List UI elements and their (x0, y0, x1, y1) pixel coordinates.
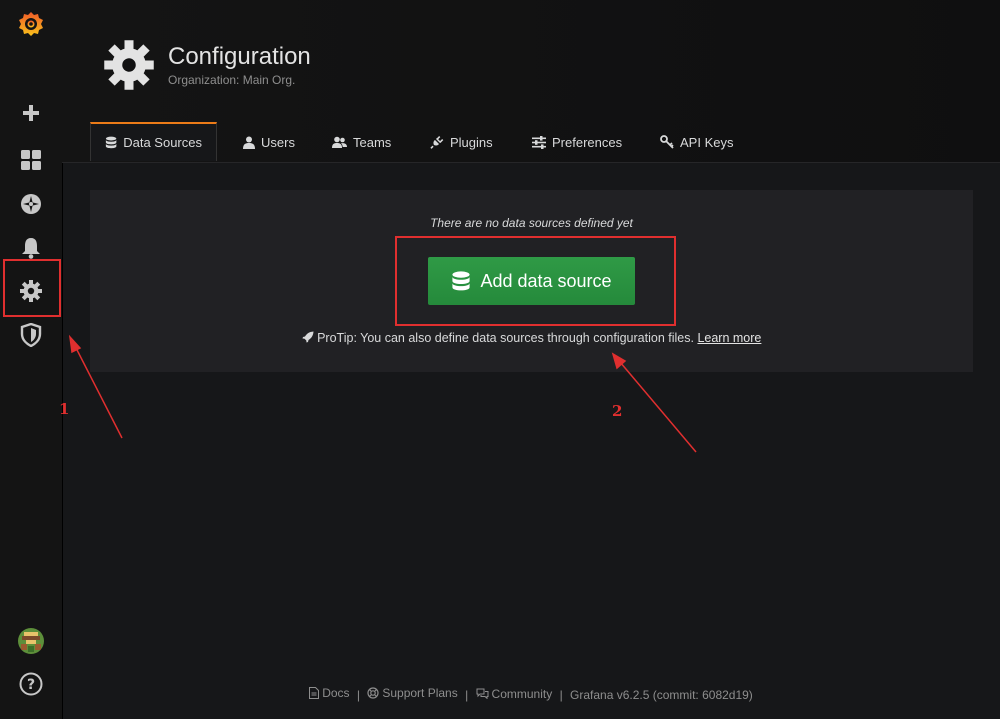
shield-icon[interactable] (15, 319, 47, 351)
tab-label: API Keys (680, 134, 734, 150)
page-title: Configuration (168, 43, 311, 70)
tab-label: Users (261, 134, 295, 150)
empty-state-message: There are no data sources defined yet (430, 216, 633, 230)
comments-icon (476, 688, 489, 699)
highlight-box-button (395, 236, 676, 326)
footer-docs-link[interactable]: Docs (309, 686, 350, 700)
arrow-1-head (68, 334, 82, 354)
avatar[interactable] (15, 625, 47, 657)
tab-label: Preferences (552, 134, 623, 150)
svg-text:?: ? (27, 677, 35, 693)
rocket-icon (302, 331, 314, 343)
footer-separator: | (559, 688, 563, 702)
footer-support-label: Support Plans (382, 686, 458, 700)
tab-label: Teams (353, 134, 392, 150)
database-icon (105, 136, 117, 149)
footer-community-link[interactable]: Community (476, 686, 553, 701)
plus-icon[interactable] (15, 97, 47, 129)
page-gear-icon (102, 38, 156, 92)
footer-docs-label: Docs (322, 686, 350, 700)
annotation-label-2: 2 (612, 402, 623, 420)
tab-label: Plugins (450, 134, 493, 150)
tab-teams[interactable]: Teams (332, 122, 391, 162)
footer-support-link[interactable]: Support Plans (367, 686, 458, 700)
page-subtitle: Organization: Main Org. (168, 73, 296, 87)
user-icon (243, 136, 255, 149)
plug-icon (430, 136, 444, 149)
protip: ProTip: You can also define data sources… (90, 331, 973, 345)
dashboards-icon[interactable] (15, 144, 47, 176)
footer-community-label: Community (491, 686, 553, 701)
annotation-label-1: 1 (59, 400, 70, 418)
doc-icon (309, 687, 320, 699)
learn-more-link[interactable]: Learn more (697, 331, 761, 345)
tab-plugins[interactable]: Plugins (430, 122, 493, 162)
tab-preferences[interactable]: Preferences (532, 122, 622, 162)
footer-version: Grafana v6.2.5 (commit: 6082d19) (570, 688, 753, 702)
arrow-2 (619, 361, 697, 453)
highlight-box-sidebar (3, 259, 61, 317)
tab-api-keys[interactable]: API Keys (660, 122, 733, 162)
footer-separator: | (356, 688, 360, 702)
tab-data-sources[interactable]: Data Sources (90, 122, 217, 161)
grafana-logo-icon[interactable] (15, 8, 47, 40)
footer: Docs | Support Plans | Community | Grafa… (62, 686, 1000, 702)
users-icon (332, 136, 347, 148)
tab-label: Data Sources (123, 135, 202, 150)
support-icon (367, 687, 379, 699)
sliders-icon (532, 135, 546, 149)
footer-separator: | (465, 688, 469, 702)
sidebar: ? (0, 0, 63, 719)
protip-text: ProTip: You can also define data sources… (317, 331, 694, 345)
explore-icon[interactable] (15, 188, 47, 220)
tab-users[interactable]: Users (243, 122, 295, 162)
help-icon[interactable]: ? (15, 668, 47, 700)
key-icon (660, 135, 674, 149)
